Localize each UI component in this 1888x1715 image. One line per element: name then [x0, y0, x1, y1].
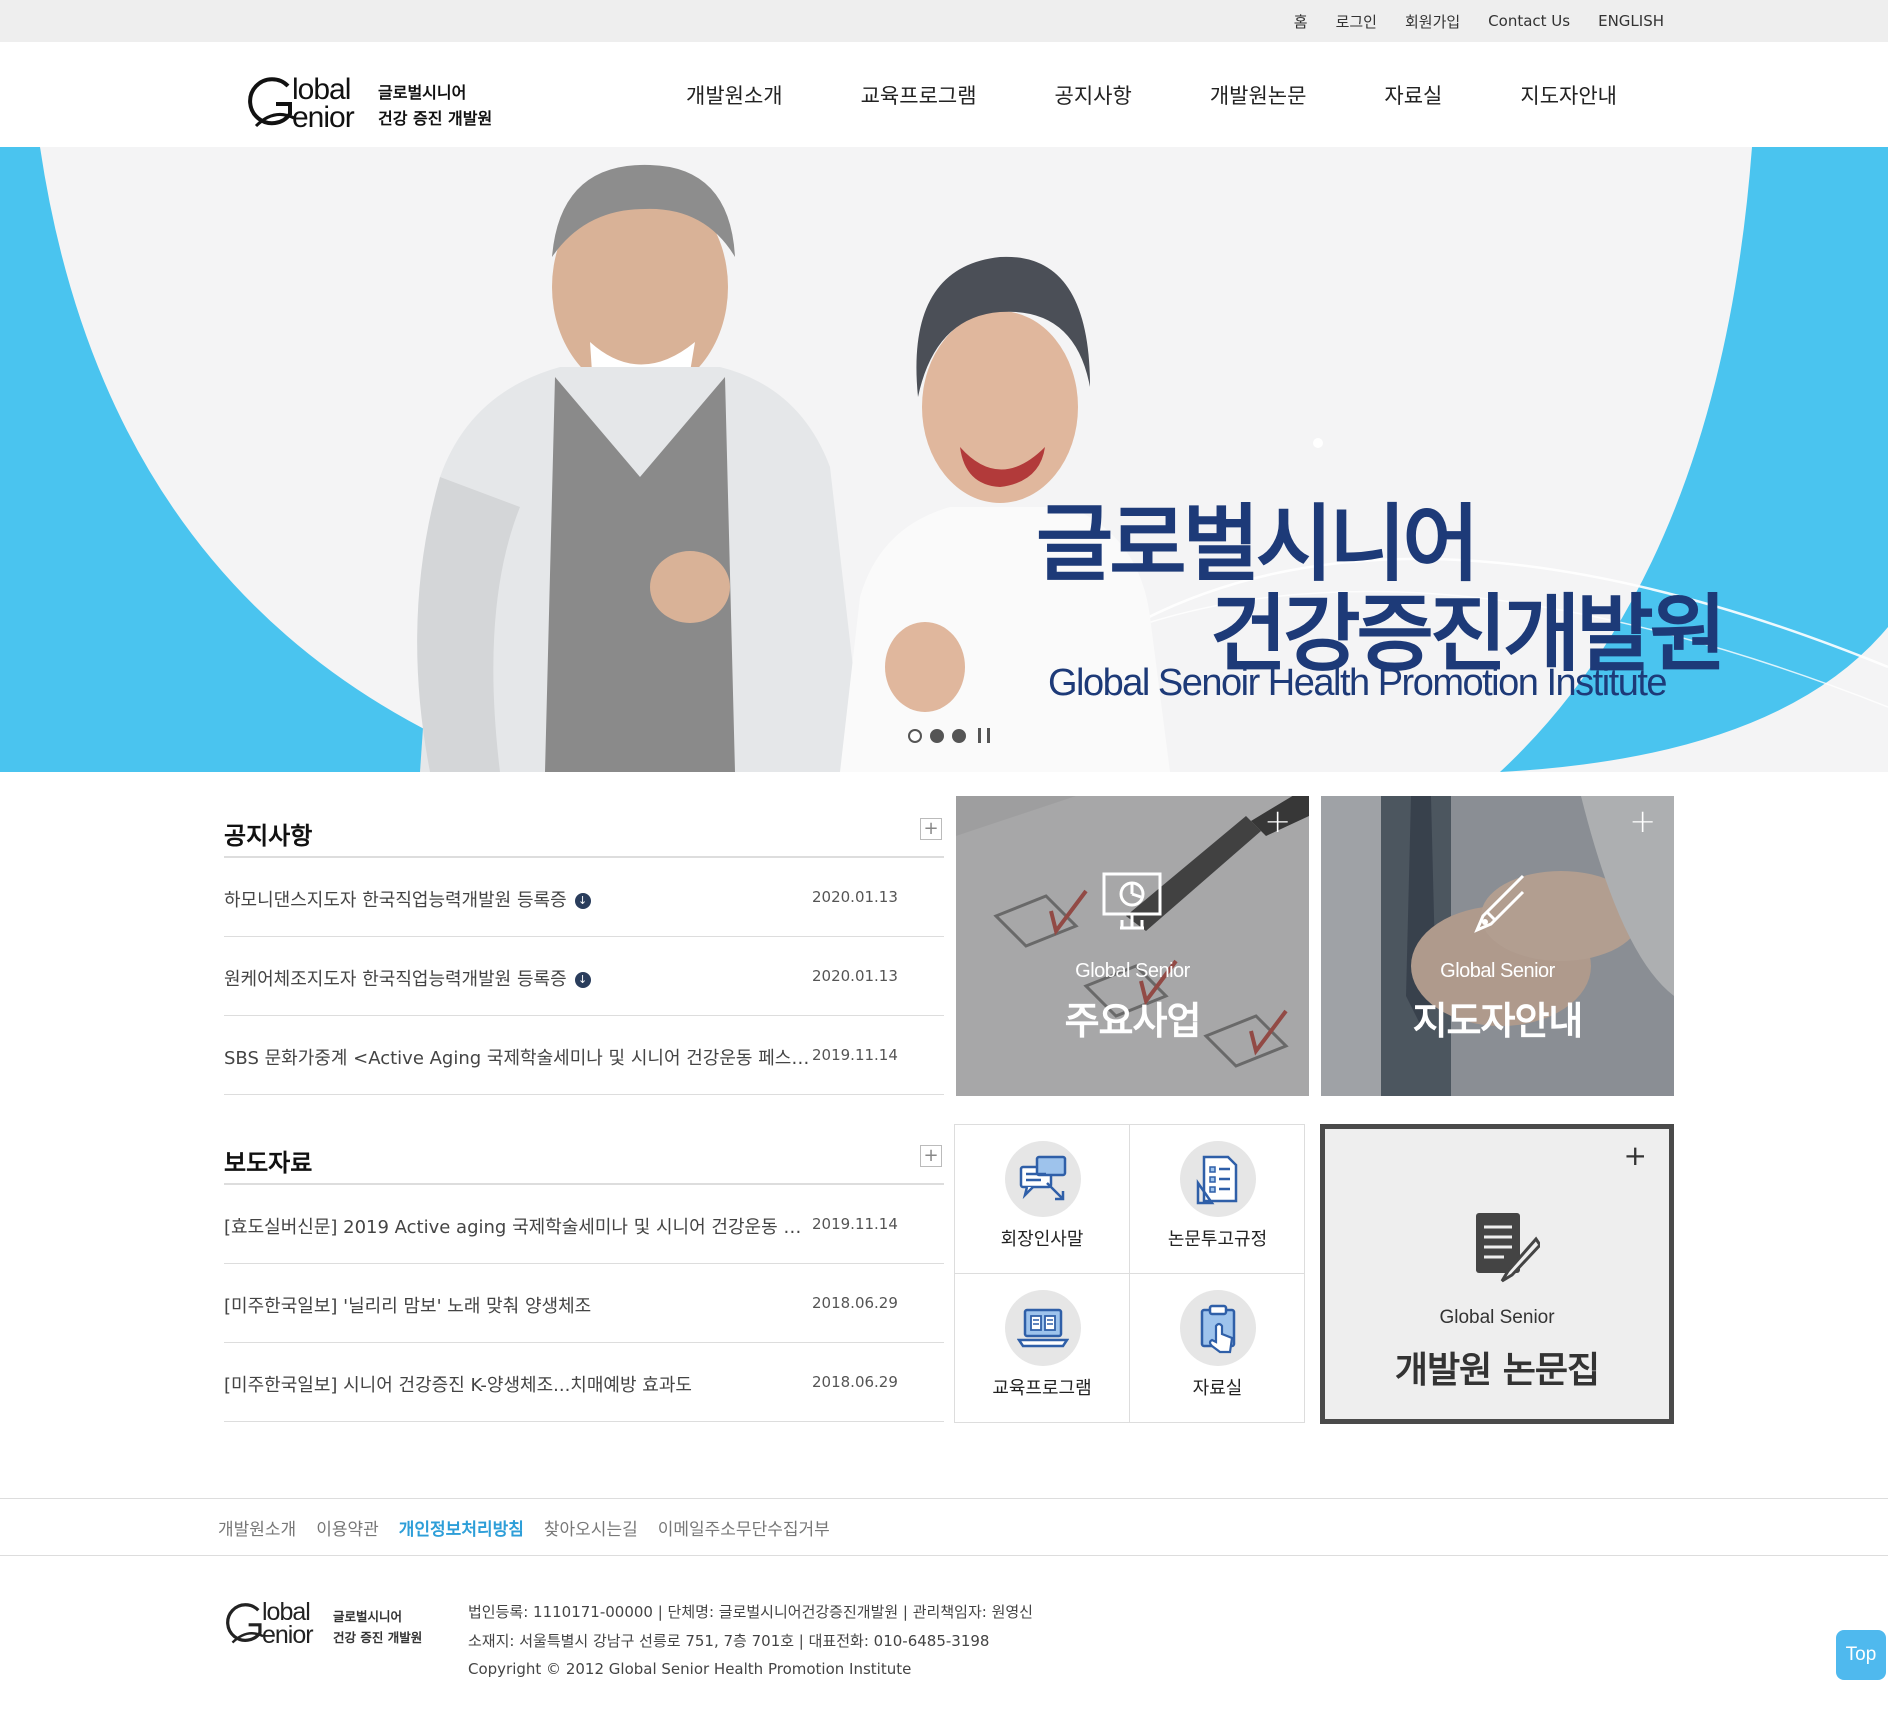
nav-education[interactable]: 교육프로그램 — [861, 80, 977, 110]
instructor-eyebrow: Global Senior — [1440, 960, 1555, 982]
english-link[interactable]: ENGLISH — [1598, 12, 1664, 30]
scroll-top-button[interactable]: Top — [1836, 1630, 1886, 1680]
footer-link-terms[interactable]: 이용약관 — [316, 1515, 379, 1540]
press-item-date: 2018.06.29 — [812, 1373, 898, 1391]
papers-title: 개발원 논문집 — [1394, 1350, 1600, 1391]
slider-controls — [908, 728, 990, 743]
signup-link[interactable]: 회원가입 — [1405, 11, 1460, 32]
download-icon[interactable]: ↓ — [574, 893, 591, 909]
home-link[interactable]: 홈 — [1294, 11, 1308, 32]
site-logo[interactable]: lobal enior 글로벌시니어 건강 증진 개발원 — [248, 74, 508, 134]
speech-bubbles-icon — [1019, 1155, 1067, 1201]
logo-ko-line1: 글로벌시니어 — [378, 83, 467, 102]
quick-submission-rules-label: 논문투고규정 — [1167, 1229, 1268, 1250]
slide-dot-3[interactable] — [952, 728, 966, 743]
press-item-date: 2018.06.29 — [812, 1294, 898, 1312]
contact-us-link[interactable]: Contact Us — [1488, 12, 1570, 30]
main-nav: 개발원소개 교육프로그램 공지사항 개발원논문 자료실 지도자안내 — [686, 42, 1695, 147]
footer-logo-ko-line2: 건강 증진 개발원 — [333, 1630, 423, 1645]
nav-papers[interactable]: 개발원논문 — [1210, 80, 1307, 110]
press-item-title: [미주한국일보] 시니어 건강증진 K-양생체조...치매예방 효과도 — [224, 1375, 692, 1396]
list-item[interactable]: 하모니댄스지도자 한국직업능력개발원 등록증 ↓ 2020.01.13 — [224, 858, 944, 937]
list-item[interactable]: [미주한국일보] 시니어 건강증진 K-양생체조...치매예방 효과도 2018… — [224, 1343, 944, 1422]
notice-item-date: 2020.01.13 — [812, 888, 898, 906]
main-business-title: 주요사업 — [1064, 999, 1202, 1043]
notice-item-title: 원케어체조지도자 한국직업능력개발원 등록증 — [224, 969, 567, 990]
quick-greeting[interactable]: 회장인사말 — [955, 1125, 1130, 1274]
instructor-plus[interactable]: + — [1629, 802, 1656, 840]
hero-slider[interactable]: 글로벌시니어 건강증진개발원 Global Senoir Health Prom… — [0, 147, 1888, 772]
hero-subtitle: Global Senoir Health Promotion Institute — [1048, 662, 1668, 704]
press-title: 보도자료 — [224, 1149, 313, 1177]
document-list-icon — [1196, 1155, 1238, 1205]
instructor-title: 지도자안내 — [1412, 999, 1584, 1043]
footer-info-line2: 소재지: 서울특별시 강남구 선릉로 751, 7층 701호 | 대표전화: … — [468, 1631, 990, 1650]
list-item[interactable]: [미주한국일보] '닐리리 맘보' 노래 맞춰 양생체조 2018.06.29 — [224, 1264, 944, 1343]
footer-logo-ko-line1: 글로벌시니어 — [333, 1609, 403, 1624]
footer-nav: 개발원소개 이용약관 개인정보처리방침 찾아오시는길 이메일주소무단수집거부 — [0, 1498, 1888, 1556]
quick-education-label: 교육프로그램 — [992, 1378, 1092, 1399]
main-business-tile[interactable]: + Global Senior 주요사업 — [956, 796, 1309, 1096]
notice-item-title: 하모니댄스지도자 한국직업능력개발원 등록증 — [224, 890, 567, 911]
pen-nib-icon — [1474, 874, 1525, 933]
quick-education[interactable]: 교육프로그램 — [955, 1274, 1130, 1423]
press-item-title: [미주한국일보] '닐리리 맘보' 노래 맞춰 양생체조 — [224, 1296, 592, 1317]
notice-more-button[interactable]: + — [920, 818, 942, 840]
nav-archive[interactable]: 자료실 — [1384, 80, 1442, 110]
laptop-book-icon — [1017, 1308, 1069, 1348]
footer-link-privacy[interactable]: 개인정보처리방침 — [399, 1515, 524, 1540]
main-business-eyebrow: Global Senior — [1075, 960, 1190, 982]
document-pen-icon — [1476, 1213, 1540, 1283]
notice-item-date: 2019.11.14 — [812, 1046, 898, 1064]
quick-archive-label: 자료실 — [1192, 1378, 1243, 1399]
papers-eyebrow: Global Senior — [1439, 1307, 1555, 1328]
pause-icon[interactable] — [978, 728, 990, 743]
footer-link-directions[interactable]: 찾아오시는길 — [544, 1515, 638, 1540]
utility-bar: 홈 로그인 회원가입 Contact Us ENGLISH — [0, 0, 1888, 42]
footer-logo-en-line2: enior — [262, 1621, 314, 1649]
logo-en-line2: enior — [292, 101, 355, 134]
list-item[interactable]: SBS 문화가중계 <Active Aging 국제학술세미나 및 시니어 건강… — [224, 1016, 944, 1095]
list-item[interactable]: 원케어체조지도자 한국직업능력개발원 등록증 ↓ 2020.01.13 — [224, 937, 944, 1016]
list-item[interactable]: [효도실버신문] 2019 Active aging 국제학술세미나 및 시니어… — [224, 1185, 944, 1264]
quick-greeting-label: 회장인사말 — [1000, 1229, 1084, 1250]
footer-link-no-email[interactable]: 이메일주소무단수집거부 — [658, 1515, 830, 1540]
nav-notice[interactable]: 공지사항 — [1055, 80, 1132, 110]
instructor-tile[interactable]: + Global Senior 지도자안내 — [1321, 796, 1674, 1096]
nav-instructor[interactable]: 지도자안내 — [1520, 80, 1617, 110]
notice-title: 공지사항 — [224, 822, 313, 850]
quick-archive[interactable]: 자료실 — [1130, 1274, 1305, 1423]
quick-menu: 회장인사말 논문투고규정 교육프로그램 자료실 — [954, 1124, 1305, 1423]
notice-board: 공지사항 + 하모니댄스지도자 한국직업능력개발원 등록증 ↓ 2020.01.1… — [224, 794, 944, 1095]
footer-info: 법인등록: 1110171-00000 | 단체명: 글로벌시니어건강증진개발원… — [468, 1598, 1033, 1684]
footer-logo: lobal enior 글로벌시니어 건강 증진 개발원 — [226, 1600, 426, 1650]
slide-dot-2[interactable] — [930, 728, 944, 743]
login-link[interactable]: 로그인 — [1336, 11, 1377, 32]
presentation-board-icon — [1102, 872, 1162, 930]
slide-dot-1[interactable] — [908, 728, 922, 743]
nav-about[interactable]: 개발원소개 — [686, 80, 783, 110]
notice-item-title: SBS 문화가중계 <Active Aging 국제학술세미나 및 시니어 건강… — [224, 1048, 814, 1069]
notice-item-date: 2020.01.13 — [812, 967, 898, 985]
download-icon[interactable]: ↓ — [574, 972, 591, 988]
press-item-title: [효도실버신문] 2019 Active aging 국제학술세미나 및 시니어… — [224, 1217, 814, 1238]
papers-plus[interactable]: + — [1624, 1139, 1647, 1172]
quick-submission-rules[interactable]: 논문투고규정 — [1130, 1125, 1305, 1274]
press-board: 보도자료 + [효도실버신문] 2019 Active aging 국제학술세미… — [224, 1121, 944, 1422]
press-item-date: 2019.11.14 — [812, 1215, 898, 1233]
footer-link-about[interactable]: 개발원소개 — [218, 1515, 296, 1540]
site-header: lobal enior 글로벌시니어 건강 증진 개발원 개발원소개 교육프로그램 … — [0, 42, 1888, 147]
touch-clipboard-icon — [1200, 1304, 1236, 1354]
papers-box[interactable]: + Global Senior 개발원 논문집 — [1320, 1124, 1674, 1424]
press-more-button[interactable]: + — [920, 1145, 942, 1167]
footer-copyright: Copyright © 2012 Global Senior Health Pr… — [468, 1660, 912, 1678]
main-business-plus[interactable]: + — [1264, 802, 1291, 840]
footer-info-line1: 법인등록: 1110171-00000 | 단체명: 글로벌시니어건강증진개발원… — [468, 1603, 1033, 1621]
logo-ko-line2: 건강 증진 개발원 — [378, 109, 493, 128]
